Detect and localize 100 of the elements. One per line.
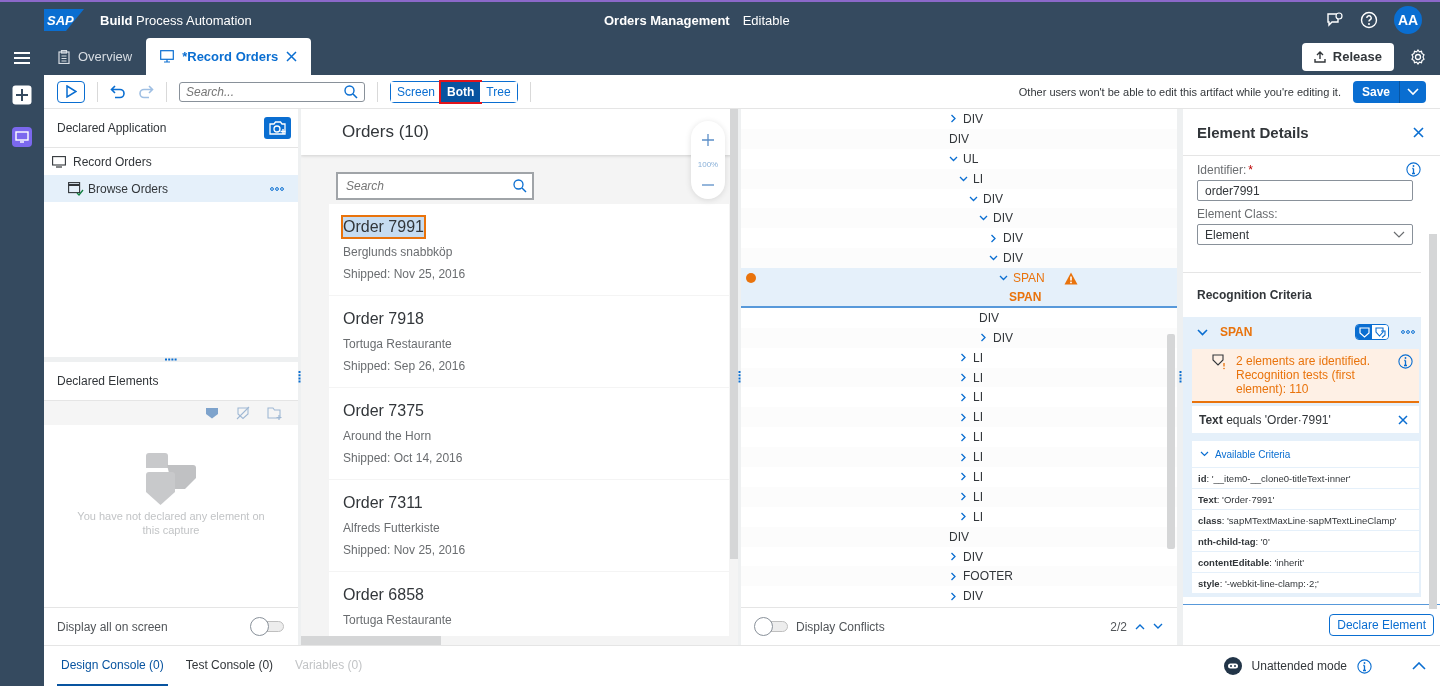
order-card[interactable]: Order 7311 Alfreds Futterkiste Shipped: Nov 25, 2016 bbox=[329, 480, 729, 571]
chevron-down-icon[interactable] bbox=[999, 275, 1008, 282]
undo-icon[interactable] bbox=[110, 84, 126, 99]
chevron-up-icon[interactable] bbox=[1412, 662, 1426, 670]
view-toggle[interactable]: Tree bbox=[480, 81, 517, 102]
menu-icon[interactable] bbox=[13, 51, 31, 65]
order-card[interactable]: Order 6858 Tortuga Restaurante bbox=[329, 572, 729, 636]
search-field[interactable]: Search... bbox=[179, 81, 365, 102]
zoom-in-icon[interactable] bbox=[702, 134, 714, 147]
console-tab[interactable]: Test Console (0) bbox=[181, 645, 278, 686]
more-icon[interactable] bbox=[1401, 330, 1415, 334]
chevron-up-icon[interactable] bbox=[1135, 623, 1145, 630]
chevron-right-icon[interactable] bbox=[959, 392, 968, 402]
tab[interactable]: *Record Orders bbox=[146, 38, 312, 75]
search-icon[interactable] bbox=[513, 179, 527, 193]
search-field[interactable]: Search bbox=[336, 172, 534, 200]
close-icon[interactable] bbox=[1413, 126, 1424, 138]
more-icon[interactable] bbox=[270, 186, 284, 191]
info-icon[interactable] bbox=[1406, 162, 1421, 177]
play-button[interactable] bbox=[57, 80, 85, 103]
chevron-right-icon[interactable] bbox=[959, 472, 968, 482]
chevron-down-icon[interactable] bbox=[949, 155, 958, 162]
chevron-down-icon[interactable] bbox=[979, 215, 988, 222]
tree-node[interactable]: DIV bbox=[741, 586, 1177, 607]
order-card[interactable]: Order 7375 Around the Horn Shipped: Oct 14, 2016 bbox=[329, 388, 729, 479]
element-class-select[interactable]: Element bbox=[1197, 224, 1413, 245]
tree-node[interactable]: LI bbox=[741, 427, 1177, 448]
criterion-option[interactable]: class: 'sapMTextMaxLine·sapMTextLineClamp' bbox=[1192, 510, 1419, 530]
close-icon[interactable] bbox=[286, 51, 298, 62]
help-icon[interactable] bbox=[1360, 11, 1378, 29]
chevron-right-icon[interactable] bbox=[959, 492, 968, 502]
tag-toggle[interactable] bbox=[1372, 325, 1388, 339]
chevron-right-icon[interactable] bbox=[949, 114, 958, 124]
search-icon[interactable] bbox=[344, 84, 358, 99]
save-menu-button[interactable] bbox=[1400, 80, 1426, 103]
tree-node[interactable]: DIV bbox=[741, 109, 1177, 129]
user-avatar[interactable]: AA bbox=[1394, 6, 1422, 34]
tree-node[interactable]: DIV bbox=[741, 188, 1177, 209]
chevron-right-icon[interactable] bbox=[949, 591, 958, 601]
chevron-down-icon[interactable] bbox=[1197, 328, 1208, 336]
chevron-right-icon[interactable] bbox=[959, 432, 968, 442]
resize-handle-icon[interactable] bbox=[165, 358, 177, 361]
chevron-right-icon[interactable] bbox=[949, 571, 958, 581]
view-toggle[interactable]: Both bbox=[441, 81, 481, 102]
criterion-option[interactable]: nth-child-tag: '0' bbox=[1192, 531, 1419, 551]
order-card[interactable]: Order 7991 Berglunds snabbköp Shipped: Nov 25, 2016 bbox=[329, 204, 729, 295]
add-icon[interactable] bbox=[12, 85, 32, 105]
criterion-option[interactable]: Text: 'Order·7991' bbox=[1192, 489, 1419, 509]
tag-icon[interactable] bbox=[205, 407, 219, 419]
chevron-down-icon[interactable] bbox=[969, 195, 978, 202]
settings-icon[interactable] bbox=[1410, 48, 1426, 65]
camera-icon bbox=[268, 120, 287, 136]
available-criteria-toggle[interactable]: Available Criteria bbox=[1192, 441, 1419, 467]
tree-node[interactable]: LI bbox=[741, 506, 1177, 527]
toggle-switch[interactable] bbox=[754, 617, 788, 636]
scrollbar[interactable] bbox=[1429, 234, 1437, 609]
chevron-right-icon[interactable] bbox=[959, 373, 968, 382]
console-tab[interactable]: Design Console (0) bbox=[57, 645, 168, 686]
tree-item[interactable]: Browse Orders bbox=[44, 175, 298, 202]
chevron-right-icon[interactable] bbox=[949, 552, 958, 562]
tree-node[interactable]: DIV bbox=[741, 228, 1177, 249]
order-card[interactable]: Order 7918 Tortuga Restaurante Shipped: Sep 26, 2016 bbox=[329, 296, 729, 387]
tree-node[interactable]: DIV bbox=[741, 546, 1177, 567]
info-icon[interactable] bbox=[1398, 354, 1413, 369]
chevron-right-icon[interactable] bbox=[959, 353, 968, 363]
declare-element-button[interactable]: Declare Element bbox=[1329, 614, 1434, 636]
chevron-right-icon[interactable] bbox=[959, 412, 968, 422]
tab[interactable]: Overview bbox=[48, 38, 143, 75]
scrollbar[interactable] bbox=[730, 109, 738, 559]
criterion-option[interactable]: id: '__item0-__clone0-titleText-inner' bbox=[1192, 468, 1419, 488]
tree-node[interactable]: LI bbox=[741, 467, 1177, 487]
chevron-down-icon[interactable] bbox=[989, 255, 998, 262]
resize-handle-icon[interactable] bbox=[738, 371, 741, 383]
chevron-right-icon[interactable] bbox=[979, 333, 988, 343]
scrollbar[interactable] bbox=[301, 636, 441, 645]
tree-node[interactable]: DIV bbox=[741, 307, 1177, 328]
chevron-down-icon[interactable] bbox=[1153, 623, 1163, 630]
release-button[interactable]: Release bbox=[1301, 42, 1394, 71]
close-icon[interactable] bbox=[1398, 414, 1408, 425]
tree-node[interactable]: LI bbox=[741, 347, 1177, 368]
info-icon[interactable] bbox=[1357, 658, 1372, 674]
tree-node[interactable]: UL bbox=[741, 148, 1177, 169]
feedback-icon[interactable] bbox=[1326, 11, 1344, 29]
save-button[interactable]: Save bbox=[1352, 80, 1400, 103]
scrollbar[interactable] bbox=[1167, 334, 1175, 549]
resize-handle-icon[interactable] bbox=[298, 371, 301, 383]
tree-item[interactable]: Record Orders bbox=[44, 148, 298, 175]
add-capture-button[interactable] bbox=[264, 117, 291, 139]
screen-icon[interactable] bbox=[12, 127, 32, 147]
chevron-down-icon[interactable] bbox=[959, 175, 968, 182]
tag-toggle[interactable] bbox=[1356, 325, 1372, 339]
criterion-option[interactable]: style: '-webkit-line-clamp:·2;' bbox=[1192, 573, 1419, 593]
identifier-field[interactable]: order7991 bbox=[1197, 180, 1413, 201]
chevron-right-icon[interactable] bbox=[989, 233, 998, 243]
toggle-switch[interactable] bbox=[250, 617, 284, 636]
tree-node[interactable]: LI bbox=[741, 387, 1177, 408]
resize-handle-icon[interactable] bbox=[1178, 371, 1182, 383]
chevron-right-icon[interactable] bbox=[959, 452, 968, 462]
criterion-option[interactable]: contentEditable: 'inherit' bbox=[1192, 552, 1419, 572]
chevron-right-icon[interactable] bbox=[959, 512, 968, 522]
